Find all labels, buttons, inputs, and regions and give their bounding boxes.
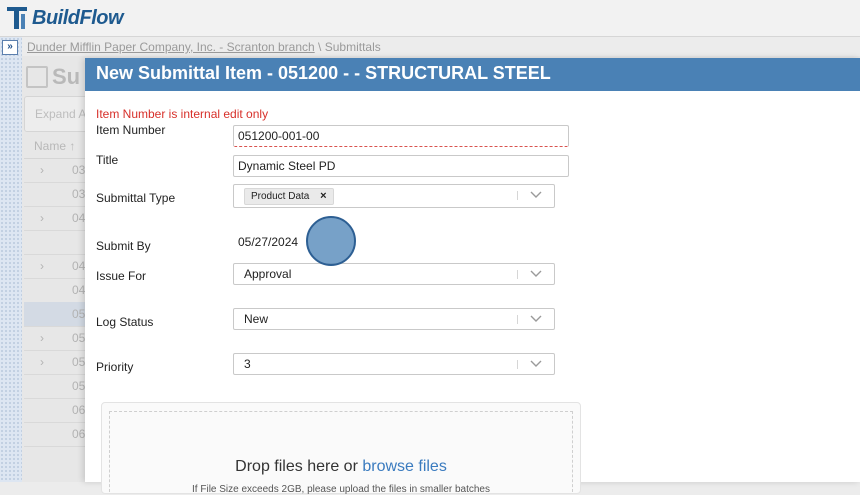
issue-for-label: Issue For xyxy=(96,269,147,283)
select-separator xyxy=(517,315,518,324)
chevron-right-icon: › xyxy=(40,211,44,225)
select-separator xyxy=(517,270,518,279)
item-number-error-note: Item Number is internal edit only xyxy=(96,107,269,121)
bg-row-number: 05 xyxy=(72,331,86,345)
bg-row-number: 05 xyxy=(72,307,86,321)
new-submittal-modal: New Submittal Item - 051200 - - STRUCTUR… xyxy=(85,58,860,495)
bg-page-title: Su xyxy=(26,64,80,90)
bg-table-row: › 05 xyxy=(24,326,86,351)
chevron-down-icon[interactable] xyxy=(529,267,543,279)
breadcrumb-section: Submittals xyxy=(324,40,381,54)
modal-title: New Submittal Item - 051200 - - STRUCTUR… xyxy=(96,63,551,83)
app-name: BuildFlow xyxy=(32,6,124,29)
bg-row-number: 05 xyxy=(72,355,86,369)
bg-table-row: 05 xyxy=(24,374,86,399)
expand-sidebar-button[interactable]: » xyxy=(2,40,18,55)
submittal-type-label: Submittal Type xyxy=(96,191,176,205)
browse-files-link[interactable]: browse files xyxy=(362,458,446,475)
dropzone-area[interactable]: Drop files here or browse files If File … xyxy=(109,411,573,495)
item-number-input[interactable] xyxy=(233,125,569,147)
bg-table-row: 06 xyxy=(24,398,86,423)
chevron-right-icon: › xyxy=(40,355,44,369)
chevron-down-icon[interactable] xyxy=(529,312,543,324)
chevron-right-icon: › xyxy=(40,163,44,177)
dropzone-text: Drop files here or browse files xyxy=(235,458,447,475)
bg-table-row: › 03 xyxy=(24,158,86,183)
chevron-down-icon[interactable] xyxy=(529,357,543,369)
bg-table-row: 04 xyxy=(24,278,86,303)
modal-header: New Submittal Item - 051200 - - STRUCTUR… xyxy=(85,58,860,91)
bg-row-number: 03 xyxy=(72,163,86,177)
app-header: BuildFlow xyxy=(0,0,860,37)
left-sidebar-strip xyxy=(0,37,22,482)
bg-table-row: › 05 xyxy=(24,350,86,375)
title-label: Title xyxy=(96,153,119,167)
log-status-select[interactable]: New xyxy=(233,308,555,330)
priority-label: Priority xyxy=(96,360,134,374)
bg-table-row: 05 xyxy=(24,302,86,327)
chevron-down-icon[interactable] xyxy=(529,188,543,200)
breadcrumb: Dunder Mifflin Paper Company, Inc. - Scr… xyxy=(27,40,381,54)
product-data-chip: Product Data × xyxy=(244,188,334,205)
bg-name-column-header: Name ↑ xyxy=(24,136,94,159)
file-dropzone[interactable]: Drop files here or browse files If File … xyxy=(101,402,581,495)
bg-row-number: 04 xyxy=(72,211,86,225)
submit-by-date-input[interactable] xyxy=(233,231,315,253)
chevron-right-icon: › xyxy=(40,259,44,273)
submit-by-label: Submit By xyxy=(96,239,151,253)
bg-table-row: 06 xyxy=(24,422,86,447)
log-status-label: Log Status xyxy=(96,315,154,329)
bg-row-number: 06 xyxy=(72,403,86,417)
bg-table-row: 03 xyxy=(24,182,86,207)
bg-table-row: › 04 xyxy=(24,206,86,231)
issue-for-select[interactable]: Approval xyxy=(233,263,555,285)
chevron-right-icon: › xyxy=(40,331,44,345)
bg-table-row xyxy=(24,230,86,255)
bg-table-row: › 04 xyxy=(24,254,86,279)
select-separator xyxy=(517,360,518,369)
item-number-label: Item Number xyxy=(96,123,166,137)
buildflow-logo-icon xyxy=(7,7,27,29)
chip-remove-icon[interactable]: × xyxy=(320,190,326,202)
breadcrumb-separator: \ xyxy=(318,40,322,54)
submittal-type-select[interactable]: Product Data × xyxy=(233,184,555,208)
flag-icon xyxy=(26,66,48,88)
title-input[interactable] xyxy=(233,155,569,177)
bg-row-number: 04 xyxy=(72,283,86,297)
breadcrumb-company-link[interactable]: Dunder Mifflin Paper Company, Inc. - Scr… xyxy=(27,40,315,54)
bg-row-number: 04 xyxy=(72,259,86,273)
app-logo[interactable]: BuildFlow xyxy=(5,3,124,33)
dropzone-subtext: If File Size exceeds 2GB, please upload … xyxy=(192,484,490,495)
select-separator xyxy=(517,191,518,200)
bg-row-number: 06 xyxy=(72,427,86,441)
click-indicator xyxy=(306,216,356,266)
bg-row-number: 05 xyxy=(72,379,86,393)
bg-row-number: 03 xyxy=(72,187,86,201)
priority-select[interactable]: 3 xyxy=(233,353,555,375)
